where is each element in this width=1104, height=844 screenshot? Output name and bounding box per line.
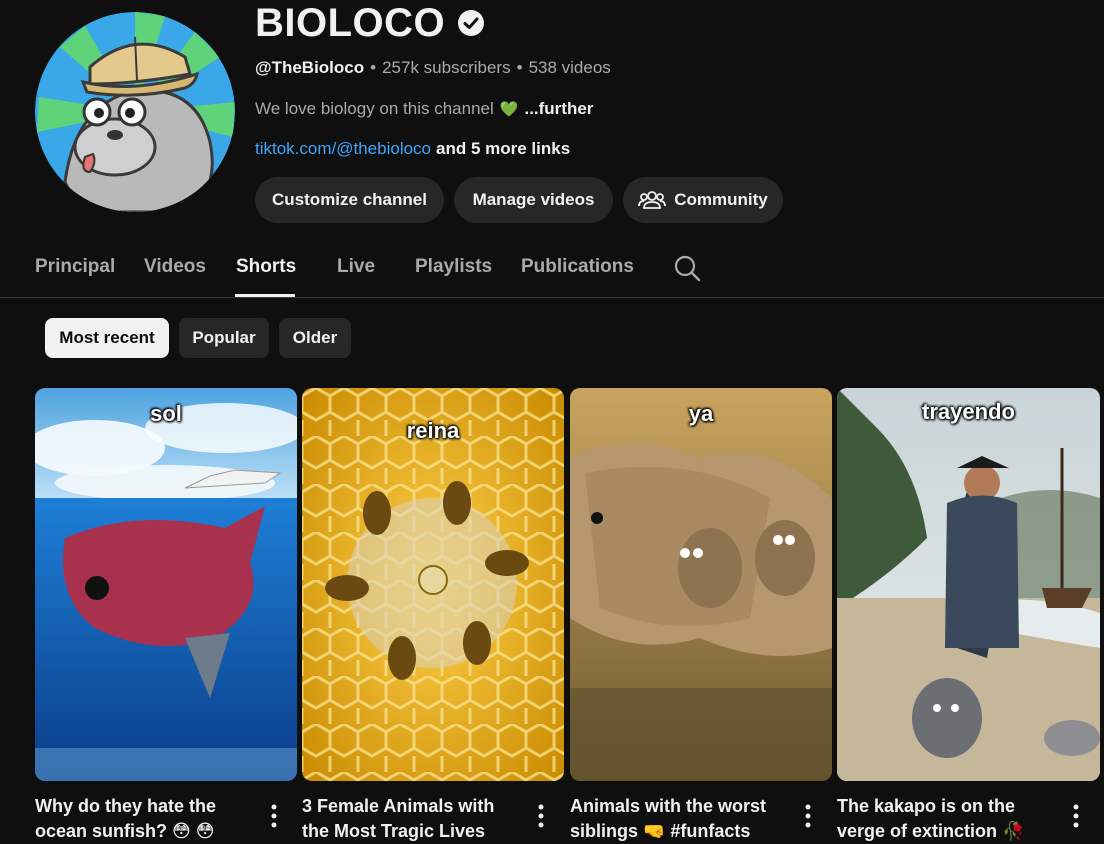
tab-videos[interactable]: Videos [144,256,206,278]
bees-image [302,388,564,781]
tabs-divider [0,297,1104,298]
meta-separator: • [370,58,377,77]
title-line: siblings 🤜 #funfacts [570,821,751,841]
title-line: Why do they hate the [35,796,217,816]
sunfish-image [35,388,297,781]
tab-principal[interactable]: Principal [35,256,115,278]
short-thumbnail-sunfish[interactable]: sol [35,388,297,781]
short-overlay-text: reina [406,418,460,443]
short-thumbnail-hyenas[interactable]: ya [570,388,832,781]
meta-separator: • [516,58,523,77]
people-icon [638,191,667,209]
channel-description[interactable]: We love biology on this channel 💚 ...fur… [255,99,593,119]
channel-links: tiktok.com/@thebioloco and 5 more links [255,139,570,159]
manage-videos-label: Manage videos [472,190,595,209]
title-line: The kakapo is on the [837,796,1016,816]
description-more-link[interactable]: ...further [524,99,593,119]
description-text: We love biology on this channel [255,99,494,118]
subscriber-count: 257k subscribers [382,58,511,77]
title-line: Animals with the worst [570,796,767,816]
pirate-image [837,388,1100,781]
tab-shorts[interactable]: Shorts [236,256,296,278]
chip-label: Popular [192,328,256,347]
short-overlay-text: sol [150,401,182,426]
search-icon[interactable] [673,254,701,282]
chip-most-recent[interactable]: Most recent [45,318,169,358]
video-count: 538 videos [528,58,611,77]
channel-handle: @TheBioloco [255,58,365,77]
channel-title: BIOLOCO [255,0,485,46]
customize-channel-label: Customize channel [272,190,427,209]
manage-videos-button[interactable]: Manage videos [454,177,613,223]
tab-playlists[interactable]: Playlists [415,256,492,278]
tab-live[interactable]: Live [337,256,375,278]
tiktok-link[interactable]: tiktok.com/@thebioloco [255,139,431,159]
chip-popular[interactable]: Popular [179,318,269,358]
more-vert-icon[interactable] [536,803,546,829]
customize-channel-button[interactable]: Customize channel [255,177,444,223]
community-button[interactable]: Community [623,177,783,223]
title-line: 3 Female Animals with [302,796,495,816]
channel-avatar[interactable] [35,12,235,212]
green-heart-icon: 💚 [499,101,519,118]
short-thumbnail-pirate[interactable]: trayendo [837,388,1100,781]
channel-name: BIOLOCO [255,0,446,45]
more-vert-icon[interactable] [803,803,813,829]
chip-label: Most recent [59,328,155,347]
short-overlay-text: trayendo [922,399,1015,424]
more-links-button[interactable]: and 5 more links [436,139,570,159]
community-label: Community [674,190,768,209]
more-vert-icon[interactable] [1071,803,1081,829]
verified-badge-icon [458,10,485,36]
chip-older[interactable]: Older [279,318,351,358]
title-line: ocean sunfish? 😳 😳 [35,821,215,841]
short-overlay-text: ya [688,401,714,426]
more-vert-icon[interactable] [269,803,279,829]
short-thumbnail-bees[interactable]: reina [302,388,564,781]
hyenas-image [570,388,832,781]
channel-meta: @TheBioloco • 257k subscribers • 538 vid… [255,58,611,78]
tab-publications[interactable]: Publications [521,256,634,278]
title-line: verge of extinction 🥀 [837,821,1025,841]
title-line: the Most Tragic Lives [302,821,486,841]
chip-label: Older [292,328,338,347]
channel-tabs: Principal Videos Shorts Live Playlists P… [0,248,1104,298]
